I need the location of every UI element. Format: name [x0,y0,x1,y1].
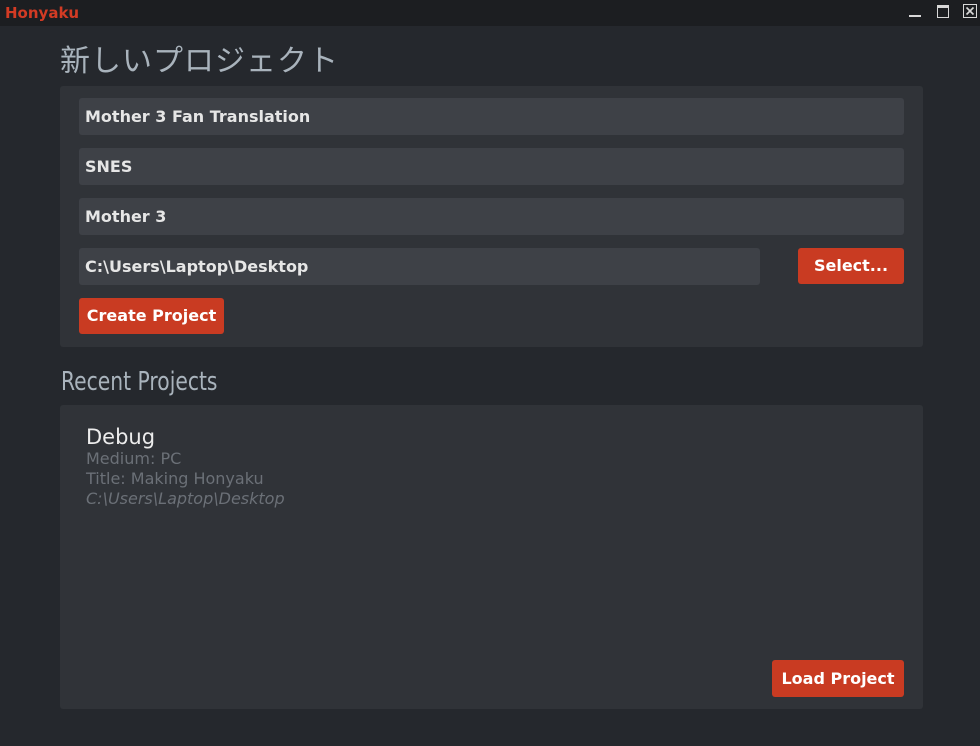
project-title: Title: Making Honyaku [86,469,264,488]
project-name-input[interactable]: Mother 3 Fan Translation [79,98,904,135]
project-medium: Medium: PC [86,449,182,468]
title-bar[interactable]: Honyaku [0,0,980,26]
close-icon[interactable] [963,4,977,18]
title-input[interactable]: Mother 3 [79,198,904,235]
minimize-icon[interactable] [908,4,922,18]
new-project-panel: Mother 3 Fan Translation SNES Mother 3 C… [60,86,923,347]
app-window: Honyaku 新しいプロジェクト Mother 3 Fan Translati… [0,0,980,746]
load-project-button[interactable]: Load Project [772,660,904,697]
medium-input[interactable]: SNES [79,148,904,185]
maximize-icon[interactable] [936,4,950,18]
new-project-heading: 新しいプロジェクト [60,44,339,79]
project-name: Debug [86,425,156,449]
recent-projects-heading: Recent Projects [61,367,218,397]
path-input[interactable]: C:\Users\Laptop\Desktop [79,248,760,285]
recent-project-item[interactable]: Debug Medium: PC Title: Making Honyaku C… [86,425,486,509]
project-path: C:\Users\Laptop\Desktop [86,489,285,508]
app-title: Honyaku [5,4,80,22]
recent-projects-panel: Debug Medium: PC Title: Making Honyaku C… [60,405,923,709]
create-project-button[interactable]: Create Project [79,298,224,334]
select-folder-button[interactable]: Select... [798,248,904,284]
